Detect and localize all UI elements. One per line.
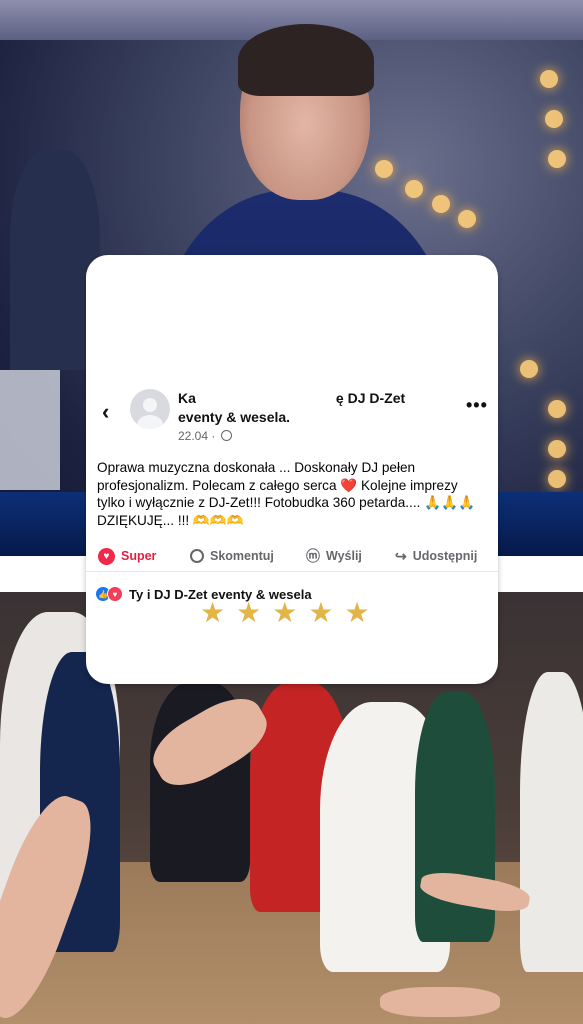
review-card: ‹ Ka ę DJ D-Zet eventy & wesela. 22.04 · … [86,255,498,684]
comment-button[interactable]: Skomentuj [190,541,274,571]
love-icon: ♥ [107,586,123,602]
super-label: Super [121,549,157,563]
star-icon: ★ [272,597,298,628]
super-button[interactable]: ♥ Super [98,541,156,571]
avatar-head [143,398,157,412]
share-label: Udostępnij [412,549,478,563]
post-text: Oprawa muzyczna doskonała ... Doskonały … [97,460,475,528]
bokeh-light [548,400,566,418]
messenger-icon: ⓜ [306,548,320,564]
share-icon: ↪ [395,547,407,564]
avatar[interactable] [130,389,170,429]
bokeh-light [458,210,476,228]
avatar-body [137,415,163,429]
comment-icon [190,549,204,563]
raised-hand [380,987,500,1017]
bokeh-light [540,70,558,88]
action-bar: ♥ Super Skomentuj ⓜ Wyślij ↪ Udostępnij [86,541,498,572]
share-button[interactable]: ↪ Udostępnij [395,541,477,571]
dj-hair [238,24,374,96]
more-options-icon[interactable]: ••• [466,395,488,416]
redaction-mask [195,393,336,406]
comment-label: Skomentuj [210,549,274,563]
author-page: eventy & wesela. [178,409,291,425]
star-rating: ★ ★ ★ ★ ★ [200,599,370,627]
bokeh-light [548,470,566,488]
star-icon: ★ [308,597,334,628]
bokeh-light [432,195,450,213]
star-icon: ★ [200,597,226,628]
stage-screen [0,370,60,490]
globe-icon [220,430,232,441]
heart-icon: ♥ [98,547,115,565]
post-author[interactable]: Ka ę DJ D-Zet eventy & wesela. [178,389,448,427]
post-meta: 22.04 · [178,429,232,443]
bokeh-light [545,110,563,128]
star-icon: ★ [236,597,262,628]
back-icon[interactable]: ‹ [102,399,109,425]
bokeh-light [548,440,566,458]
bokeh-light [520,360,538,378]
author-suffix: ę DJ D-Zet [335,390,406,406]
bokeh-light [548,150,566,168]
guest-figure [520,672,583,972]
send-label: Wyślij [326,549,362,563]
author-prefix: Ka [178,390,196,406]
post-date: 22.04 [178,429,209,443]
star-icon: ★ [344,597,370,628]
send-button[interactable]: ⓜ Wyślij [306,541,362,571]
